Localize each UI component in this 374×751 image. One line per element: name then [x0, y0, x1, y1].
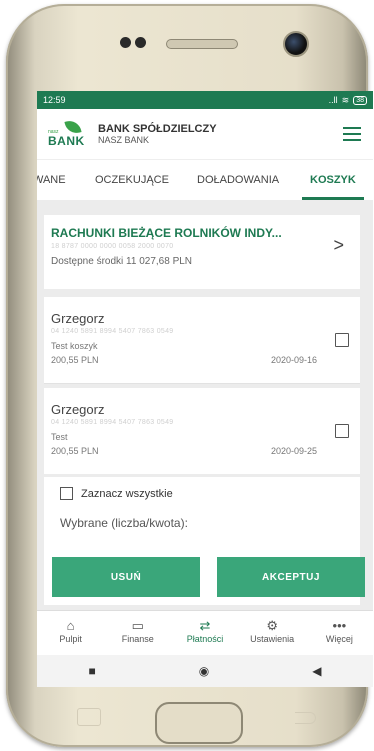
bank-logo: nasz BANK [46, 118, 92, 148]
nav-wiecej[interactable]: ••• Więcej [309, 611, 369, 656]
recipient-name: Grzegorz [51, 311, 105, 326]
item-checkbox[interactable] [335, 333, 349, 347]
battery-icon: 38 [353, 95, 367, 105]
tab-bar: WANE OCZEKUJĄCE DOŁADOWANIA KOSZYK [37, 159, 373, 200]
recents-icon[interactable]: ■ [89, 664, 96, 678]
front-camera-icon [283, 31, 309, 57]
nav-pulpit[interactable]: ⌂ Pulpit [41, 611, 101, 656]
tab-zlecone[interactable]: WANE [37, 174, 66, 186]
nav-label: Finanse [121, 634, 154, 644]
sensor-icon [135, 37, 146, 48]
back-softkey-icon[interactable] [295, 712, 316, 724]
nav-finanse[interactable]: ▭ Finanse [108, 611, 168, 656]
bank-name-line1: BANK SPÓŁDZIELCZY [98, 123, 217, 135]
transfer-title: Test [51, 432, 68, 442]
menu-icon[interactable] [343, 127, 361, 145]
more-icon: ••• [332, 618, 347, 633]
bank-name-line2: NASZ BANK [98, 135, 150, 145]
list-item[interactable]: Grzegorz 04 1240 5891 8994 5407 7863 054… [44, 297, 360, 383]
app-screen: 12:59 ..ll ≋ 38 nasz BANK BANK SPÓŁDZIEL… [37, 91, 373, 687]
bank-name: BANK SPÓŁDZIELCZY NASZ BANK [98, 123, 217, 145]
home-icon: ⌂ [66, 618, 75, 633]
tab-oczekujace[interactable]: OCZEKUJĄCE [95, 174, 169, 186]
tab-doladowania[interactable]: DOŁADOWANIA [197, 174, 279, 186]
phone-frame: 12:59 ..ll ≋ 38 nasz BANK BANK SPÓŁDZIEL… [6, 4, 373, 747]
nav-label: Pulpit [59, 634, 82, 644]
back-icon[interactable]: ◀ [312, 664, 321, 678]
leaf-icon [64, 118, 82, 136]
transfer-icon: ⇄ [199, 618, 211, 633]
bottom-navigation: ⌂ Pulpit ▭ Finanse ⇄ Płatności ⚙ Ustawie… [37, 610, 373, 656]
select-all-checkbox[interactable] [60, 487, 73, 500]
select-all-label: Zaznacz wszystkie [81, 487, 173, 500]
active-tab-indicator [302, 197, 364, 200]
wifi-icon: ≋ [341, 94, 350, 105]
home-circle-icon[interactable]: ◉ [199, 664, 209, 678]
logo-text: BANK [48, 134, 85, 148]
speaker-grille [166, 39, 238, 49]
signal-icon: ..ll [328, 95, 338, 105]
selected-summary: Wybrane (liczba/kwota): [60, 516, 188, 530]
select-all[interactable]: Zaznacz wszystkie [60, 487, 173, 500]
transfer-date: 2020-09-25 [270, 446, 317, 456]
status-time: 12:59 [43, 95, 66, 105]
nav-label: Płatności [186, 634, 224, 644]
account-title: RACHUNKI BIEŻĄCE ROLNIKÓW INDY... [51, 226, 282, 240]
sensor-icon [120, 37, 131, 48]
chevron-right-icon[interactable]: > [333, 235, 344, 256]
transfer-title: Test koszyk [51, 341, 98, 351]
wallet-icon: ▭ [131, 618, 144, 633]
available-funds: Dostępne środki 11 027,68 PLN [51, 256, 193, 267]
nav-label: Ustawienia [250, 634, 295, 644]
basket-actions: Zaznacz wszystkie Wybrane (liczba/kwota)… [44, 477, 365, 605]
nav-ustawienia[interactable]: ⚙ Ustawienia [242, 611, 302, 656]
transfer-date: 2020-09-16 [270, 355, 317, 365]
account-card[interactable]: RACHUNKI BIEŻĄCE ROLNIKÓW INDY... 18 878… [44, 215, 360, 289]
recipient-name: Grzegorz [51, 402, 105, 417]
account-number: 18 8787 0000 0000 0058 2000 0070 [51, 243, 174, 250]
accept-button[interactable]: AKCEPTUJ [217, 557, 365, 597]
nav-platnosci[interactable]: ⇄ Płatności [175, 611, 235, 656]
nav-label: Więcej [325, 634, 353, 644]
list-item[interactable]: Grzegorz 04 1240 5891 8994 5407 7863 054… [44, 388, 360, 474]
delete-button[interactable]: USUŃ [52, 557, 200, 597]
item-checkbox[interactable] [335, 424, 349, 438]
home-button[interactable] [155, 702, 243, 744]
status-bar: 12:59 ..ll ≋ 38 [37, 91, 373, 109]
recipient-account: 04 1240 5891 8994 5407 7863 0549 [51, 328, 174, 335]
app-header: nasz BANK BANK SPÓŁDZIELCZY NASZ BANK [37, 109, 373, 159]
transfer-amount: 200,55 PLN [51, 446, 99, 456]
tab-koszyk[interactable]: KOSZYK [310, 174, 356, 186]
recents-softkey-icon[interactable] [77, 708, 101, 726]
divider [44, 383, 360, 384]
transfer-amount: 200,55 PLN [51, 355, 99, 365]
gear-icon: ⚙ [266, 618, 278, 633]
recipient-account: 04 1240 5891 8994 5407 7863 0549 [51, 419, 174, 426]
system-navigation-bar: ■ ◉ ◀ [37, 655, 373, 687]
